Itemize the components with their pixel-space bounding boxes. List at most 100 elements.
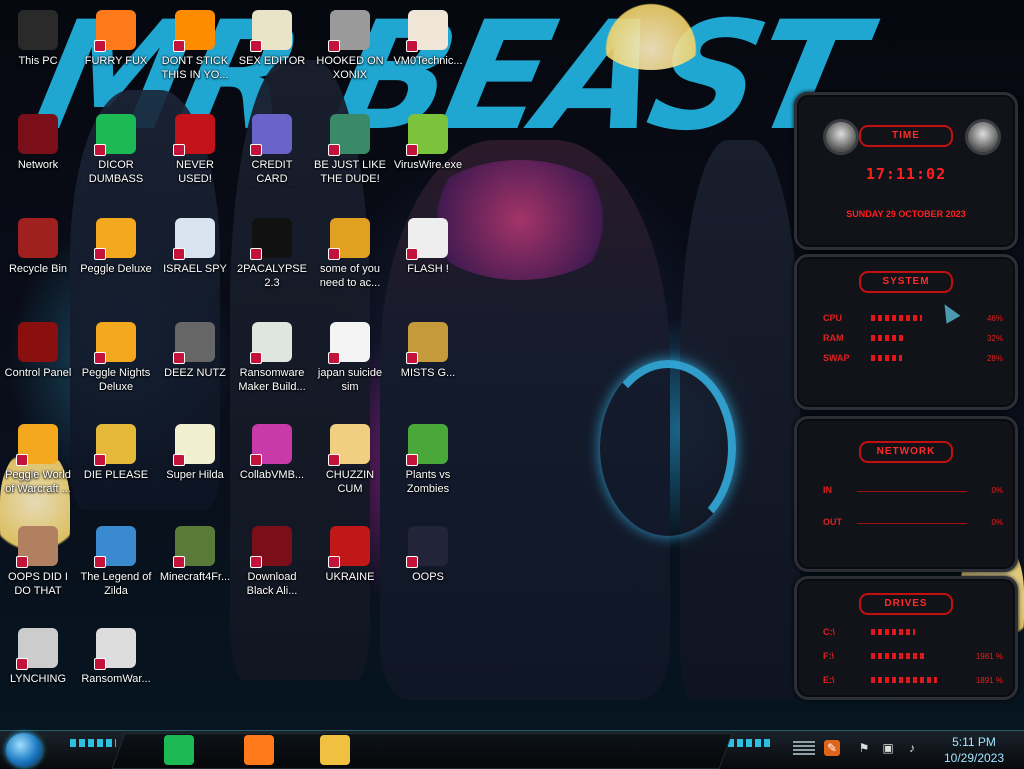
desktop-icon-label: Plants vs Zombies (405, 469, 451, 495)
usage-bar (871, 677, 937, 683)
collab-monitor-icon (250, 424, 292, 466)
shortcut-arrow-icon (173, 352, 185, 364)
shortcut-arrow-icon (328, 40, 340, 52)
desktop-icon[interactable]: Super Hilda (157, 418, 233, 518)
start-button[interactable] (6, 733, 42, 767)
desktop-icon-label: ISRAEL SPY (163, 263, 227, 275)
desktop-icon[interactable]: DEEZ NUTZ (157, 316, 233, 416)
desktop-icon[interactable]: RansomWar... (78, 622, 154, 722)
dark-card-icon (406, 526, 448, 568)
folder-icon[interactable] (320, 735, 350, 765)
desktop-icon-label: Recycle Bin (8, 263, 68, 275)
pixel-sprite-icon (173, 424, 215, 466)
desktop-icon[interactable]: LYNCHING (0, 622, 76, 722)
desktop-icon[interactable]: Peggle World of Warcraft ... (0, 418, 76, 518)
desktop-icon[interactable]: japan suicide sim (312, 316, 388, 416)
desktop-icon[interactable]: MISTS G... (390, 316, 466, 416)
desktop-icon[interactable]: NEVER USED! (157, 108, 233, 208)
desktop-icon[interactable]: UKRAINE (312, 520, 388, 620)
shortcut-arrow-icon (328, 144, 340, 156)
desktop-icon-label: HOOKED ON XONIX (316, 55, 384, 81)
desktop-icon[interactable]: Control Panel (0, 316, 76, 416)
widget-row-label: RAM (823, 333, 844, 343)
control-panel-icon (18, 322, 58, 362)
shortcut-arrow-icon (173, 248, 185, 260)
shortcut-arrow-icon (94, 40, 106, 52)
desktop-icon[interactable]: VirusWire.exe (390, 108, 466, 208)
desktop-icon[interactable]: BE JUST LIKE THE DUDE! (312, 108, 388, 208)
spotify-icon[interactable] (164, 735, 194, 765)
desktop-icon[interactable]: CREDIT CARD CHECKER (234, 108, 310, 208)
shortcut-arrow-icon (406, 248, 418, 260)
cursor-pointer-icon (937, 300, 961, 324)
desktop-icon[interactable]: DIE PLEASE (78, 418, 154, 518)
desktop-icon-label: UKRAINE (325, 571, 375, 583)
desktop-icon[interactable]: CollabVMB... (234, 418, 310, 518)
peggle-wow-icon (16, 424, 58, 466)
cartoon-character-icon (328, 424, 370, 466)
firefox-icon[interactable] (244, 735, 274, 765)
desktop-icon[interactable]: VM0Technic... (390, 4, 466, 104)
desktop-icon[interactable]: Network (0, 108, 76, 208)
desktop-icon[interactable]: Ransomware Maker Build... (234, 316, 310, 416)
widget-row-value: 1981 % (975, 652, 1003, 661)
document-icon (328, 322, 370, 364)
desktop-icon[interactable]: SEX EDITOR (234, 4, 310, 104)
firefox-icon (94, 10, 136, 52)
widget-row-value: 0% (991, 486, 1003, 495)
desktop: MR BEAST This PC FURRY FUX DONT STICK THIS… (0, 0, 1024, 730)
desktop-icon[interactable]: Peggle Deluxe (78, 212, 154, 312)
shortcut-arrow-icon (173, 40, 185, 52)
volume-tray-icon[interactable]: ♪ (904, 740, 920, 756)
rainmeter-widgets: TIME 17:11:02 SUNDAY 29 OCTOBER 2023 SYS… (794, 92, 1018, 704)
desktop-icon[interactable]: some of you need to ac... (312, 212, 388, 312)
shortcut-arrow-icon (173, 556, 185, 568)
desktop-icon[interactable]: DICOR DUMBASS (78, 108, 154, 208)
desktop-icon[interactable]: Plants vs Zombies (390, 418, 466, 518)
desktop-icon[interactable]: OOPS (390, 520, 466, 620)
desktop-icon[interactable]: FLASH ! (390, 212, 466, 312)
shortcut-arrow-icon (16, 556, 28, 568)
drives-widget: DRIVES C:\ F:\ 1981 % E:\ 1891 % (794, 576, 1018, 700)
taskbar-grip-icon (793, 741, 815, 755)
desktop-icon-label: VirusWire.exe (393, 159, 463, 171)
shortcut-arrow-icon (328, 248, 340, 260)
desktop-icon[interactable]: The Legend of Zilda (78, 520, 154, 620)
desktop-icon[interactable]: DONT STICK THIS IN YO... (157, 4, 233, 104)
desktop-icon[interactable]: Download Black Ali... (234, 520, 310, 620)
desktop-icon-grid: This PC FURRY FUX DONT STICK THIS IN YO...… (0, 0, 480, 730)
desktop-icon-label: Control Panel (4, 367, 72, 379)
shortcut-arrow-icon (94, 556, 106, 568)
widget-row-label: SWAP (823, 353, 850, 363)
desktop-icon[interactable]: This PC (0, 4, 76, 104)
technician-avatar-icon (406, 10, 448, 52)
desktop-icon[interactable]: Peggle Nights Deluxe (78, 316, 154, 416)
spy-window-icon (173, 218, 215, 260)
desktop-icon[interactable]: CHUZZIN CUM (312, 418, 388, 518)
desktop-icon-label: MISTS G... (400, 367, 456, 379)
desktop-icon[interactable]: Minecraft4Fr... (157, 520, 233, 620)
desktop-icon[interactable]: OOPS DID I DO THAT (0, 520, 76, 620)
pen-tray-icon[interactable]: ✎ (824, 740, 840, 756)
pixel-hero-icon (94, 526, 136, 568)
alien-head-icon (965, 119, 1001, 155)
taskbar-clock[interactable]: 5:11 PM 10/29/2023 (934, 734, 1014, 766)
widget-row-label: IN (823, 485, 832, 495)
widget-row-label: C:\ (823, 627, 835, 637)
taskbar-decoration (70, 739, 116, 747)
widget-row-value: 32% (986, 334, 1003, 343)
desktop-icon[interactable]: Recycle Bin (0, 212, 76, 312)
shortcut-arrow-icon (94, 248, 106, 260)
desktop-icon[interactable]: HOOKED ON XONIX (312, 4, 388, 104)
desktop-icon[interactable]: FURRY FUX (78, 4, 154, 104)
desktop-icon[interactable]: 2PACALYPSE 2.3 (234, 212, 310, 312)
flag-tray-icon[interactable]: ⚑ (856, 740, 872, 756)
clock-time: 5:11 PM (952, 735, 996, 749)
desktop-icon-label: LYNCHING (9, 673, 67, 685)
network-tray-icon[interactable]: ▣ (880, 740, 896, 756)
usage-bar (871, 653, 926, 659)
desktop-icon[interactable]: ISRAEL SPY (157, 212, 233, 312)
minecraft-block-icon (173, 526, 215, 568)
peggle-icon (94, 218, 136, 260)
desktop-icon-label: CREDIT CARD CHECKER (245, 159, 299, 188)
